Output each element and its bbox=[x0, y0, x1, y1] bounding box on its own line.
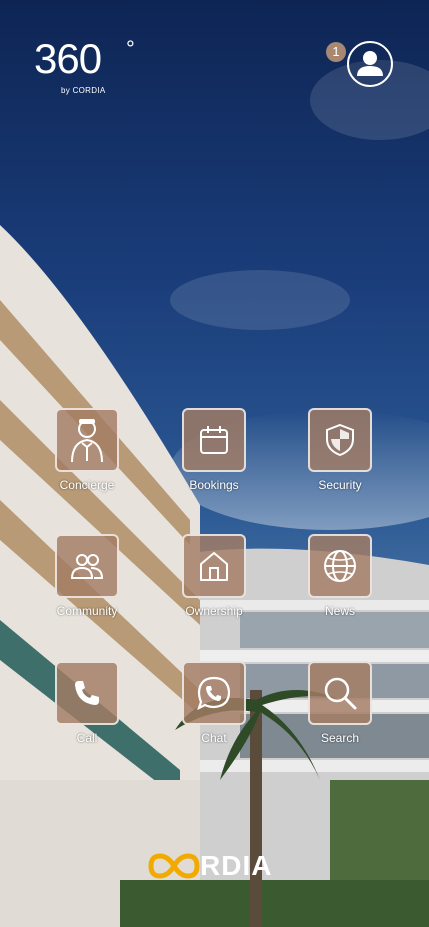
people-icon bbox=[70, 554, 104, 579]
tile-ownership-box[interactable] bbox=[182, 534, 246, 598]
tile-news-box[interactable] bbox=[308, 534, 372, 598]
tile-security-label: Security bbox=[318, 478, 362, 492]
user-icon bbox=[357, 51, 383, 76]
tile-community-box[interactable] bbox=[55, 534, 119, 598]
whatsapp-icon bbox=[197, 676, 231, 711]
concierge-icon bbox=[71, 419, 103, 463]
logo-subtitle: by CORDIA bbox=[61, 86, 106, 95]
tile-ownership[interactable]: Ownership bbox=[154, 534, 274, 618]
shield-icon bbox=[326, 423, 354, 457]
home-screen: 360 ° by CORDIA 1 Concierge Bookings Sec… bbox=[0, 0, 429, 927]
logo-degree: ° bbox=[126, 36, 135, 61]
tile-ownership-label: Ownership bbox=[185, 604, 243, 618]
tile-call[interactable]: Call bbox=[27, 661, 147, 745]
tile-call-box[interactable] bbox=[55, 661, 119, 725]
tile-concierge[interactable]: Concierge bbox=[27, 408, 147, 492]
logo-number: 360 bbox=[34, 35, 102, 82]
tile-concierge-box[interactable] bbox=[55, 408, 119, 472]
tile-search-box[interactable] bbox=[308, 661, 372, 725]
tile-search-label: Search bbox=[320, 731, 360, 745]
calendar-icon bbox=[200, 426, 228, 454]
tile-chat[interactable]: Chat bbox=[154, 661, 274, 745]
notification-badge[interactable]: 1 bbox=[326, 42, 346, 62]
tile-bookings-label: Bookings bbox=[189, 478, 239, 492]
cordia-brand-logo: RDIA bbox=[148, 850, 283, 882]
profile-button[interactable] bbox=[347, 41, 393, 87]
tile-concierge-label: Concierge bbox=[59, 478, 115, 492]
phone-icon bbox=[75, 681, 99, 705]
infinity-logo-icon bbox=[148, 853, 200, 879]
tile-security-box[interactable] bbox=[308, 408, 372, 472]
tile-news[interactable]: News bbox=[280, 534, 400, 618]
tile-bookings[interactable]: Bookings bbox=[154, 408, 274, 492]
tile-community[interactable]: Community bbox=[27, 534, 147, 618]
tile-chat-box[interactable] bbox=[182, 661, 246, 725]
tile-security[interactable]: Security bbox=[280, 408, 400, 492]
app-logo: 360 ° by CORDIA bbox=[34, 35, 144, 98]
search-icon bbox=[324, 677, 357, 710]
globe-icon bbox=[324, 550, 356, 582]
tile-search[interactable]: Search bbox=[280, 661, 400, 745]
tile-call-label: Call bbox=[76, 731, 98, 745]
brand-name: RDIA bbox=[200, 850, 273, 881]
tile-bookings-box[interactable] bbox=[182, 408, 246, 472]
tile-chat-label: Chat bbox=[201, 731, 227, 745]
tile-news-label: News bbox=[324, 604, 355, 618]
home-icon bbox=[200, 552, 228, 581]
tile-community-label: Community bbox=[56, 604, 118, 618]
